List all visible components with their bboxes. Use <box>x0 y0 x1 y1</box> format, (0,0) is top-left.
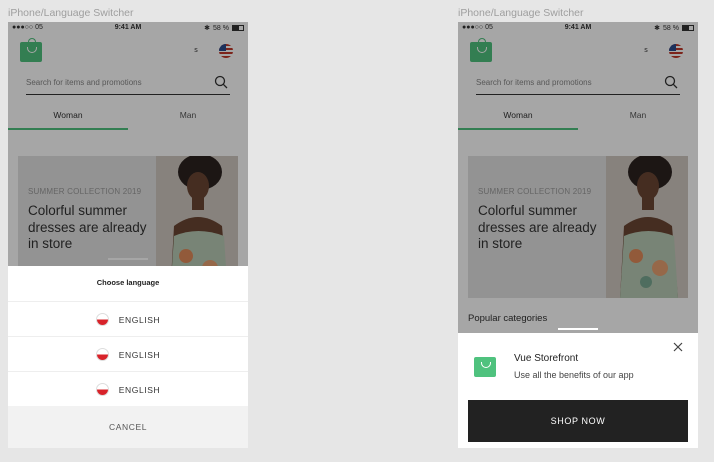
gender-tabs: Woman Man <box>8 102 248 130</box>
phone-frame-language: ●●●○○ 05 9:41 AM ✱ 58 % s Search for ite… <box>8 22 248 448</box>
us-flag-icon[interactable] <box>669 44 683 58</box>
search-icon[interactable] <box>214 75 228 89</box>
search-bar[interactable]: Search for items and promotions <box>476 72 680 95</box>
close-icon[interactable] <box>672 341 684 353</box>
banner-title: Vue Storefront <box>514 353 579 364</box>
gender-tabs: Woman Man <box>458 102 698 130</box>
frame-label: iPhone/Language Switcher <box>458 7 584 19</box>
app-install-banner: Vue Storefront Use all the benefits of o… <box>458 333 698 448</box>
hero-model-image <box>606 156 688 298</box>
language-label: ENGLISH <box>118 314 161 325</box>
language-option[interactable]: ENGLISH <box>8 336 248 372</box>
language-sheet: Choose language ENGLISH ENGLISH ENGLISH … <box>8 266 248 448</box>
us-flag-icon[interactable] <box>219 44 233 58</box>
banner-subtitle: Use all the benefits of our app <box>514 370 634 380</box>
hero-title: Colorful summer dresses are already in s… <box>478 203 597 251</box>
tab-man[interactable]: Man <box>128 102 248 130</box>
search-input[interactable]: Search for items and promotions <box>26 78 142 87</box>
status-bar: ●●●○○ 05 9:41 AM ✱ 58 % <box>458 22 698 34</box>
tab-man[interactable]: Man <box>578 102 698 130</box>
carousel-indicator <box>108 258 148 260</box>
bag-logo-icon[interactable] <box>470 38 492 62</box>
shop-now-button[interactable]: SHOP NOW <box>468 400 688 442</box>
hero-eyebrow: SUMMER COLLECTION 2019 <box>28 187 142 196</box>
language-option[interactable]: ENGLISH <box>8 301 248 337</box>
language-label: ENGLISH <box>118 384 161 395</box>
polish-flag-icon <box>95 348 109 361</box>
bluetooth-icon: ✱ <box>654 25 661 32</box>
tab-woman[interactable]: Woman <box>8 102 128 130</box>
battery-status: ✱ 58 % <box>204 24 244 32</box>
cancel-button[interactable]: CANCEL <box>8 406 248 448</box>
hero-title: Colorful summer dresses are already in s… <box>28 203 147 251</box>
tab-woman[interactable]: Woman <box>458 102 578 130</box>
search-icon[interactable] <box>664 75 678 89</box>
hero-eyebrow: SUMMER COLLECTION 2019 <box>478 187 592 196</box>
battery-percent: 58 % <box>663 24 679 32</box>
popular-categories-heading: Popular categories <box>468 313 548 324</box>
battery-icon <box>232 25 244 31</box>
hero-banner[interactable]: SUMMER COLLECTION 2019 Colorful summer d… <box>468 156 688 298</box>
status-bar: ●●●○○ 05 9:41 AM ✱ 58 % <box>8 22 248 34</box>
battery-percent: 58 % <box>213 24 229 32</box>
frame-label: iPhone/Language Switcher <box>8 7 134 19</box>
carousel-indicator <box>558 328 598 330</box>
search-input[interactable]: Search for items and promotions <box>476 78 592 87</box>
polish-flag-icon <box>95 313 109 326</box>
language-label: ENGLISH <box>118 349 161 360</box>
currency-switcher[interactable]: s <box>189 44 203 58</box>
search-bar[interactable]: Search for items and promotions <box>26 72 230 95</box>
currency-switcher[interactable]: s <box>639 44 653 58</box>
battery-status: ✱ 58 % <box>654 24 694 32</box>
language-option[interactable]: ENGLISH <box>8 371 248 407</box>
bag-logo-icon[interactable] <box>20 38 42 62</box>
phone-frame-banner: ●●●○○ 05 9:41 AM ✱ 58 % s Search for ite… <box>458 22 698 448</box>
battery-icon <box>682 25 694 31</box>
sheet-title: Choose language <box>96 278 160 287</box>
bluetooth-icon: ✱ <box>204 25 211 32</box>
polish-flag-icon <box>95 383 109 396</box>
app-logo-icon <box>474 357 496 377</box>
